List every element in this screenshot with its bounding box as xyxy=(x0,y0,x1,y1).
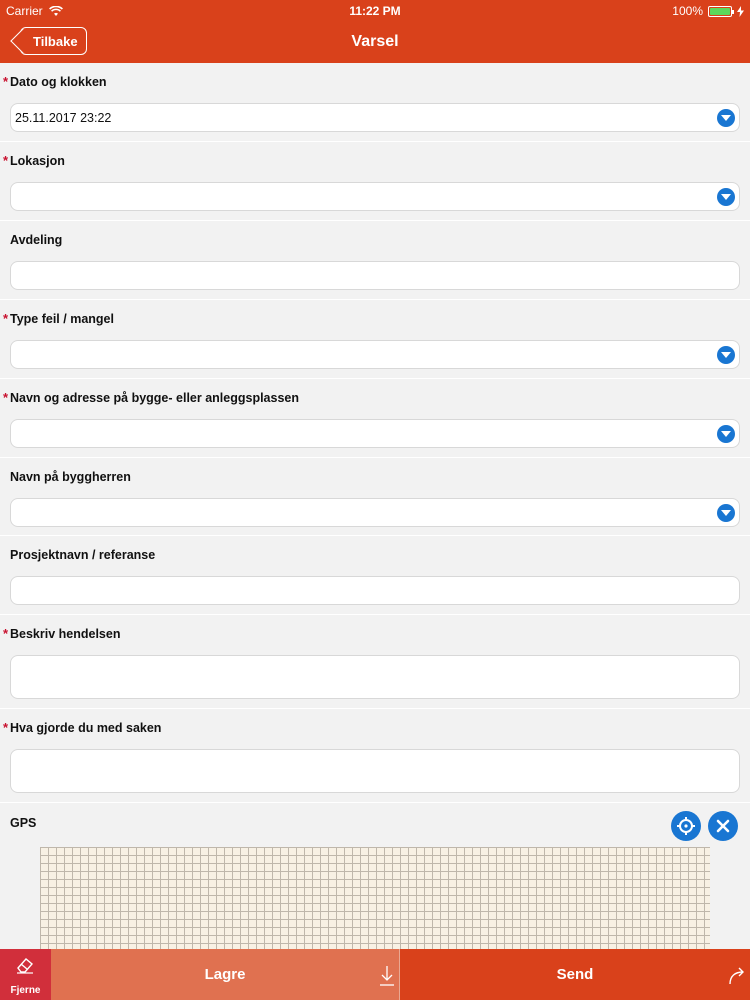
send-button-label: Send xyxy=(556,966,594,983)
chevron-down-icon[interactable] xyxy=(717,187,735,206)
battery-tip xyxy=(732,9,734,14)
status-right: 100% xyxy=(672,4,744,18)
eraser-icon xyxy=(17,958,33,974)
required-marker: * xyxy=(3,311,9,326)
text-field[interactable] xyxy=(10,576,740,605)
field-label: Type feil / mangel xyxy=(10,312,114,326)
form-field: Navn på byggherren xyxy=(0,458,750,536)
charging-icon xyxy=(737,5,744,17)
chevron-down-icon[interactable] xyxy=(717,345,735,364)
status-bar: Carrier 11:22 PM 100% xyxy=(0,0,750,22)
dropdown-field[interactable] xyxy=(10,419,740,448)
form-field: * Hva gjorde du med saken xyxy=(0,709,750,803)
share-arrow-icon xyxy=(729,967,744,985)
field-label: Navn og adresse på bygge- eller anleggsp… xyxy=(10,391,299,405)
incident-form: * Dato og klokken 25.11.2017 23:22 * Lokasjo… xyxy=(0,63,750,803)
navigation-bar: Tilbake Varsel xyxy=(0,22,750,63)
crosshair-icon xyxy=(677,817,695,835)
battery-percent: 100% xyxy=(672,4,703,18)
battery-icon xyxy=(708,5,734,17)
dropdown-field[interactable] xyxy=(10,340,740,369)
form-field: * Type feil / mangel xyxy=(0,300,750,379)
dropdown-field[interactable] xyxy=(10,182,740,211)
required-marker: * xyxy=(3,153,9,168)
field-label: Navn på byggherren xyxy=(10,470,131,484)
textarea-field[interactable] xyxy=(10,655,740,699)
send-button[interactable]: Send xyxy=(400,949,750,1000)
dropdown-field[interactable] xyxy=(10,498,740,527)
field-label: Lokasjon xyxy=(10,154,65,168)
close-icon xyxy=(716,819,730,833)
text-field[interactable] xyxy=(10,261,740,290)
field-label: Avdeling xyxy=(10,233,63,247)
clear-gps-button[interactable] xyxy=(708,811,738,841)
chevron-down-icon[interactable] xyxy=(717,424,735,443)
battery-fill xyxy=(710,7,730,15)
bottom-action-bar: Fjerne Lagre Send xyxy=(0,949,750,1000)
remove-button[interactable]: Fjerne xyxy=(0,949,51,1000)
app-screen: Carrier 11:22 PM 100% Tilbake Varsel * D… xyxy=(0,0,750,1000)
gps-section: GPS xyxy=(0,803,750,949)
form-field: * Beskriv hendelsen xyxy=(0,615,750,709)
field-label: Hva gjorde du med saken xyxy=(10,721,162,735)
form-field: Avdeling xyxy=(0,221,750,300)
textarea-field[interactable] xyxy=(10,749,740,793)
field-label: Dato og klokken xyxy=(10,75,107,89)
locate-button[interactable] xyxy=(671,811,701,841)
required-marker: * xyxy=(3,74,9,89)
form-field: * Lokasjon xyxy=(0,142,750,221)
field-label: Beskriv hendelsen xyxy=(10,627,121,641)
chevron-down-icon[interactable] xyxy=(717,503,735,522)
field-label: Prosjektnavn / referanse xyxy=(10,548,156,562)
gps-map-area[interactable] xyxy=(40,847,710,949)
page-title: Varsel xyxy=(351,33,399,50)
dropdown-field[interactable]: 25.11.2017 23:22 xyxy=(10,103,740,132)
required-marker: * xyxy=(3,390,9,405)
form-field: Prosjektnavn / referanse xyxy=(0,536,750,615)
remove-button-label: Fjerne xyxy=(10,985,41,996)
form-field: * Dato og klokken 25.11.2017 23:22 xyxy=(0,63,750,142)
back-button-label: Tilbake xyxy=(33,33,78,49)
gps-label: GPS xyxy=(10,816,37,830)
chevron-down-icon[interactable] xyxy=(717,108,735,127)
save-button[interactable]: Lagre xyxy=(51,949,400,1000)
required-marker: * xyxy=(3,626,9,641)
download-icon xyxy=(380,966,394,986)
required-marker: * xyxy=(3,720,9,735)
status-time: 11:22 PM xyxy=(349,4,401,18)
form-field: * Navn og adresse på bygge- eller anleggs… xyxy=(0,379,750,458)
field-value: 25.11.2017 23:22 xyxy=(15,110,112,125)
save-button-label: Lagre xyxy=(204,966,246,983)
